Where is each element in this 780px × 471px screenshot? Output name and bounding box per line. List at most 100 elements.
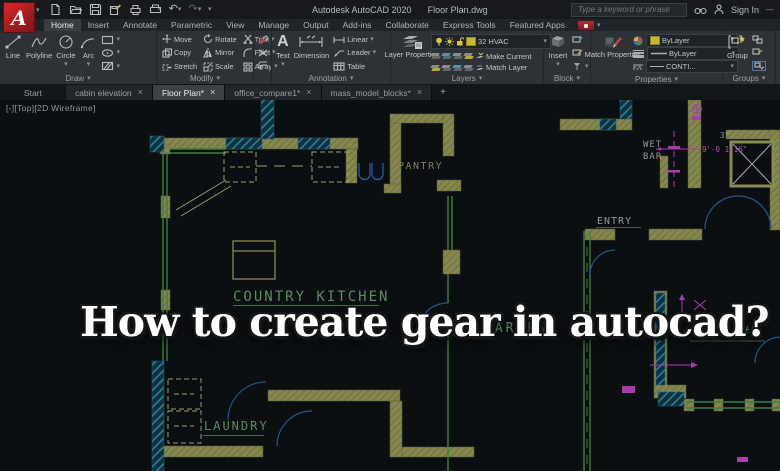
- logo-caret-icon[interactable]: ▾: [36, 6, 40, 14]
- layers-panel-title[interactable]: Layers ▾: [391, 73, 543, 84]
- circle-caret-icon[interactable]: ▾: [64, 61, 68, 68]
- text-tool[interactable]: A Text ▾: [274, 33, 292, 73]
- plugin-icon[interactable]: [577, 21, 594, 30]
- print-icon[interactable]: [148, 3, 162, 17]
- match-properties-button[interactable]: Match Properties: [585, 33, 641, 74]
- offset-icon[interactable]: [257, 61, 269, 71]
- tab-output[interactable]: Output: [296, 19, 336, 31]
- account-person-icon[interactable]: [714, 4, 724, 15]
- layer-color-swatch[interactable]: [466, 37, 476, 46]
- layer-thaw-sun-icon[interactable]: [445, 37, 454, 46]
- layer-thaw-all-icon[interactable]: [441, 64, 452, 72]
- insert-block-icon: [548, 34, 568, 50]
- groups-panel-title[interactable]: Groups ▾: [723, 73, 775, 84]
- close-icon[interactable]: ×: [138, 88, 143, 97]
- arc-caret-icon[interactable]: ▾: [87, 61, 91, 68]
- plot-icon[interactable]: [128, 3, 142, 17]
- layer-select-dropdown[interactable]: 32 HVAC ▾: [431, 34, 551, 49]
- search-binoculars-icon[interactable]: [694, 5, 707, 15]
- create-block-icon[interactable]: [572, 35, 589, 44]
- layer-freeze-icon[interactable]: [452, 52, 463, 60]
- layer-off-icon[interactable]: [430, 52, 441, 60]
- group-selection-toggle[interactable]: [751, 61, 766, 71]
- file-tab-cabin-elevation[interactable]: cabin elevation ×: [65, 85, 153, 100]
- match-layer-button[interactable]: Match Layer: [486, 63, 527, 72]
- sign-in-button[interactable]: Sign In: [731, 5, 759, 15]
- autocad-logo[interactable]: A: [3, 2, 35, 33]
- rotate-tool[interactable]: Rotate: [203, 34, 237, 44]
- tab-home[interactable]: Home: [44, 19, 81, 31]
- ellipse-tool[interactable]: ▾: [101, 48, 120, 58]
- tab-manage[interactable]: Manage: [251, 19, 296, 31]
- explode-icon[interactable]: [257, 48, 269, 58]
- modify-panel-title[interactable]: Modify ▾: [157, 73, 253, 84]
- tab-addins[interactable]: Add-ins: [336, 19, 379, 31]
- plugin-caret-icon[interactable]: ▾: [597, 21, 601, 29]
- hatch-tool[interactable]: ▾: [101, 61, 120, 71]
- layer-lock-icon[interactable]: [463, 52, 474, 60]
- layer-walk-icon[interactable]: [463, 64, 474, 72]
- file-tab-office-compare[interactable]: office_compare1* ×: [225, 85, 322, 100]
- drawing-canvas[interactable]: [-][Top][2D Wireframe] PANTRY WET BAR 3"…: [0, 100, 780, 471]
- rectangle-tool[interactable]: ▾: [101, 35, 120, 45]
- tab-featured-apps[interactable]: Featured Apps: [503, 19, 572, 31]
- tab-annotate[interactable]: Annotate: [116, 19, 164, 31]
- qat-customize-icon[interactable]: ▾: [208, 6, 212, 13]
- viewport-controls[interactable]: [-][Top][2D Wireframe]: [6, 103, 96, 113]
- line-tool[interactable]: Line: [2, 33, 24, 73]
- save-as-icon[interactable]: [108, 3, 122, 17]
- block-panel-title[interactable]: Block ▾: [544, 73, 590, 84]
- annotation-panel-title[interactable]: Annotation ▾: [272, 73, 390, 84]
- tab-view[interactable]: View: [219, 19, 251, 31]
- circle-tool[interactable]: Circle ▾: [54, 33, 77, 73]
- erase-icon[interactable]: [257, 34, 269, 45]
- insert-block-tool[interactable]: Insert ▾: [546, 33, 570, 73]
- table-tool[interactable]: Table: [333, 62, 376, 71]
- ungroup-icon[interactable]: [752, 35, 766, 44]
- scale-tool[interactable]: Scale: [203, 62, 237, 72]
- file-tab-start[interactable]: Start: [0, 85, 66, 100]
- move-tool[interactable]: Move: [162, 34, 197, 44]
- layer-properties-button[interactable]: Layer Properties: [384, 33, 440, 73]
- draw-panel-title[interactable]: Draw ▾: [0, 73, 156, 84]
- arc-tool[interactable]: Arc ▾: [77, 33, 99, 73]
- layer-unlock-all-icon[interactable]: [452, 64, 463, 72]
- undo-icon[interactable]: ↶ ▾: [168, 3, 182, 17]
- close-icon[interactable]: ×: [417, 88, 422, 97]
- file-tab-mass-model-blocks[interactable]: mass_model_blocks* ×: [321, 85, 433, 100]
- make-current-button[interactable]: Make Current: [486, 52, 531, 61]
- group-tool[interactable]: Group: [725, 33, 750, 73]
- block-attributes-icon[interactable]: ▾: [572, 62, 589, 71]
- search-input[interactable]: [575, 4, 682, 15]
- layer-on-bulb-icon[interactable]: [435, 37, 443, 46]
- open-folder-icon[interactable]: [68, 3, 82, 17]
- new-file-icon[interactable]: [48, 3, 62, 17]
- copy-tool[interactable]: Copy: [162, 48, 197, 58]
- new-tab-plus-icon[interactable]: +: [432, 85, 454, 100]
- mirror-tool[interactable]: Mirror: [203, 47, 237, 58]
- close-icon[interactable]: ×: [210, 88, 215, 97]
- group-edit-icon[interactable]: [752, 48, 766, 57]
- properties-panel-title[interactable]: Properties ▾: [591, 74, 722, 84]
- file-tab-floor-plan[interactable]: Floor Plan* ×: [152, 85, 226, 100]
- help-search-field[interactable]: [570, 2, 687, 17]
- redo-icon[interactable]: ↷ ▾: [188, 3, 202, 17]
- layer-isolate-icon[interactable]: [441, 52, 452, 60]
- tab-collaborate[interactable]: Collaborate: [378, 19, 435, 31]
- utilities-panel-title[interactable]: Uti: [776, 73, 780, 84]
- linetype-icon: [633, 64, 643, 70]
- minimize-icon[interactable]: —: [766, 5, 774, 14]
- save-icon[interactable]: [88, 3, 102, 17]
- layer-unisolate-icon[interactable]: [430, 64, 441, 72]
- tab-parametric[interactable]: Parametric: [164, 19, 219, 31]
- polyline-tool[interactable]: Polyline: [24, 33, 54, 73]
- layer-unlock-icon[interactable]: [456, 37, 464, 46]
- dimension-tool[interactable]: Dimension: [292, 33, 331, 73]
- color-wheel-icon: [633, 36, 643, 46]
- leader-tool[interactable]: Leader ▾: [333, 48, 376, 58]
- close-icon[interactable]: ×: [306, 88, 311, 97]
- stretch-tool[interactable]: Stretch: [162, 62, 197, 72]
- tab-express-tools[interactable]: Express Tools: [436, 19, 503, 31]
- tab-insert[interactable]: Insert: [81, 19, 116, 31]
- linear-dimension-tool[interactable]: Linear ▾: [333, 35, 376, 44]
